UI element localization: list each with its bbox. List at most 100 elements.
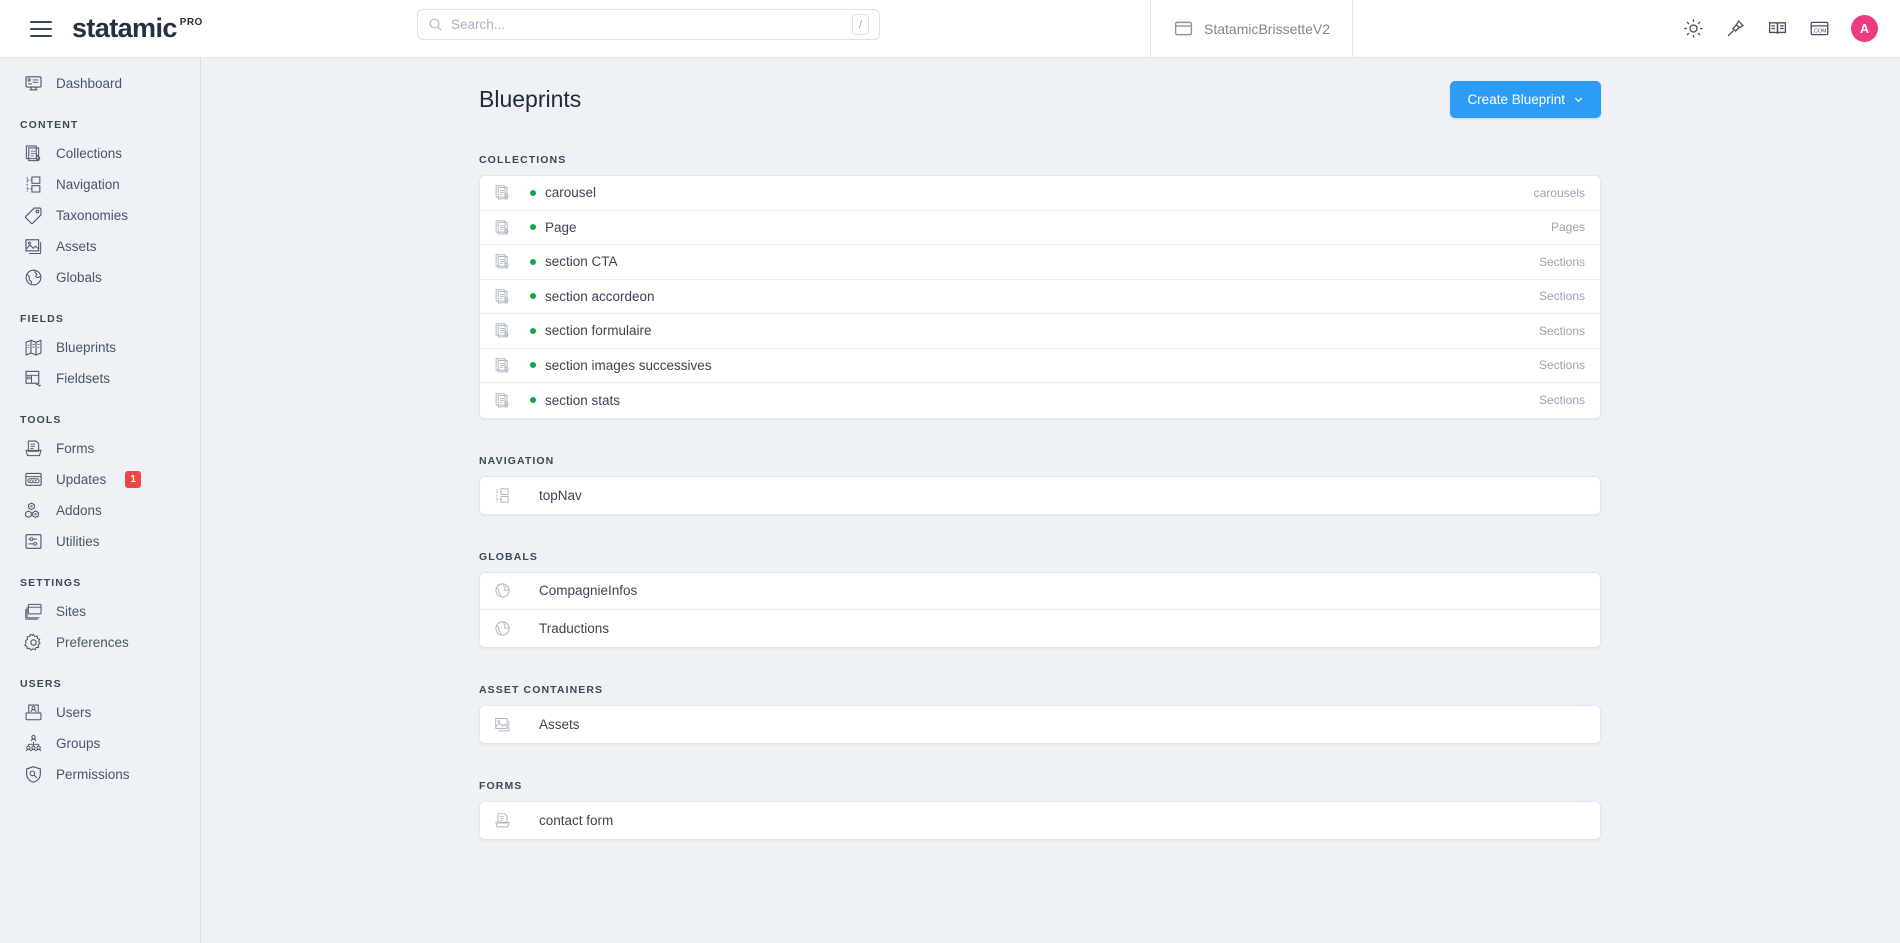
sidebar-item-label: Taxonomies — [56, 208, 129, 223]
hamburger-icon[interactable] — [30, 20, 52, 37]
sidebar-item-addons[interactable]: Addons — [0, 495, 200, 526]
sidebar-item-label: Users — [56, 705, 92, 720]
row-label: carousel — [545, 185, 597, 201]
brand-name: statamic — [72, 13, 177, 43]
fieldsets-icon — [24, 369, 43, 388]
globals-icon — [494, 620, 511, 637]
row-label: Page — [545, 219, 577, 235]
sites-icon — [24, 602, 43, 621]
table-row[interactable]: section accordeon Sections — [480, 280, 1600, 314]
row-label: Traductions — [539, 620, 610, 636]
groups-icon — [24, 734, 43, 753]
pin-icon[interactable] — [1725, 18, 1746, 39]
row-label: CompagnieInfos — [539, 583, 638, 598]
taxonomies-icon — [24, 206, 43, 225]
section-globals: GLOBALS CompagnieInfos Traductions — [479, 551, 1601, 648]
section-card: carousel carousels Page Pages section CTA Sec… — [479, 175, 1601, 419]
shield-icon — [24, 765, 43, 784]
status-dot — [530, 224, 536, 231]
sidebar-item-users[interactable]: Users — [0, 697, 200, 728]
table-row[interactable]: section formulaire Sections — [480, 314, 1600, 349]
row-label: section formulaire — [545, 323, 652, 339]
table-row[interactable]: section stats Sections — [480, 383, 1600, 418]
table-row[interactable]: carousel carousels — [480, 176, 1600, 211]
sidebar-item-label: Forms — [56, 441, 95, 456]
table-row[interactable]: Assets — [480, 706, 1600, 743]
sidebar-item-utilities[interactable]: Utilities — [0, 526, 200, 557]
assets-icon — [24, 237, 43, 256]
row-meta: Sections — [1538, 358, 1585, 373]
sidebar-item-collections[interactable]: Collections — [0, 138, 200, 169]
sidebar-item-taxonomies[interactable]: Taxonomies — [0, 200, 200, 231]
sidebar-item-navigation[interactable]: Navigation — [0, 169, 200, 200]
sidebar-item-forms[interactable]: Forms — [0, 433, 200, 464]
row-label: section stats — [545, 392, 621, 408]
blueprint-file-icon — [494, 288, 511, 305]
updates-icon — [24, 470, 43, 489]
sidebar-item-fieldsets[interactable]: Fieldsets — [0, 363, 200, 394]
sidebar-item-label: Assets — [56, 239, 97, 254]
sidebar-item-groups[interactable]: Groups — [0, 728, 200, 759]
section-title: NAVIGATION — [479, 454, 555, 467]
brand-logo[interactable]: statamic PRO — [72, 15, 203, 42]
addons-icon — [24, 501, 43, 520]
sidebar-item-blueprints[interactable]: Blueprints — [0, 332, 200, 363]
blueprint-file-icon — [494, 253, 511, 270]
sidebar-item-label: Blueprints — [56, 340, 117, 355]
avatar[interactable]: A — [1851, 15, 1878, 42]
search-shortcut-key: / — [852, 14, 869, 35]
blueprint-file-icon — [494, 219, 511, 236]
sidebar-item-assets[interactable]: Assets — [0, 231, 200, 262]
table-row[interactable]: topNav — [480, 477, 1600, 514]
sidebar-item-label: Groups — [56, 736, 101, 751]
sidebar-group-users: USERS — [20, 678, 62, 690]
table-row[interactable]: Page Pages — [480, 211, 1600, 245]
forms-icon — [24, 439, 43, 458]
assets-icon — [494, 716, 511, 733]
sidebar-badge: 1 — [125, 471, 142, 488]
section-card: CompagnieInfos Traductions — [479, 571, 1601, 648]
sidebar-item-globals[interactable]: Globals — [0, 262, 200, 293]
section-navigation: NAVIGATION topNav — [479, 455, 1601, 515]
navigation-icon — [24, 175, 43, 194]
table-row[interactable]: section CTA Sections — [480, 245, 1600, 280]
book-icon[interactable] — [1767, 18, 1788, 39]
sidebar-item-sites[interactable]: Sites — [0, 596, 200, 627]
blueprint-file-icon — [494, 357, 511, 374]
sidebar-item-label: Collections — [56, 146, 123, 161]
table-row[interactable]: Traductions — [480, 610, 1600, 647]
table-row[interactable]: CompagnieInfos — [480, 573, 1600, 610]
sidebar-item-label: Addons — [56, 503, 102, 518]
site-selector-label: StatamicBrissetteV2 — [1204, 20, 1331, 37]
search-box[interactable]: / — [417, 9, 880, 40]
sidebar-item-preferences[interactable]: Preferences — [0, 627, 200, 658]
main-content: Blueprints Create Blueprint COLLECTIONS c… — [201, 58, 1900, 943]
gear-icon — [24, 633, 43, 652]
section-title: GLOBALS — [479, 550, 539, 563]
table-row[interactable]: contact form — [480, 802, 1600, 839]
sidebar-item-label: Utilities — [56, 534, 100, 549]
sidebar-group-tools: TOOLS — [20, 414, 62, 426]
sidebar-item-dashboard[interactable]: Dashboard — [0, 68, 200, 99]
sidebar-item-label: Globals — [56, 270, 102, 285]
utilities-icon — [24, 532, 43, 551]
dot-com-icon[interactable]: .COM — [1809, 18, 1830, 39]
row-meta: carousels — [1533, 185, 1585, 200]
status-dot — [530, 397, 536, 404]
sun-icon[interactable] — [1683, 18, 1704, 39]
search-container: / — [417, 9, 880, 40]
status-dot — [530, 293, 536, 300]
site-selector[interactable]: StatamicBrissetteV2 — [1150, 0, 1354, 57]
section-asset-containers: ASSET CONTAINERS Assets — [479, 684, 1601, 744]
row-label: section accordeon — [545, 288, 655, 304]
section-card: topNav — [479, 475, 1601, 515]
section-title: ASSET CONTAINERS — [479, 683, 604, 696]
create-blueprint-button[interactable]: Create Blueprint — [1450, 81, 1601, 118]
sidebar-group-content: CONTENT — [20, 119, 79, 131]
search-input[interactable] — [451, 17, 852, 32]
table-row[interactable]: section images successives Sections — [480, 349, 1600, 383]
svg-text:.COM: .COM — [1812, 29, 1827, 35]
sidebar-item-updates[interactable]: Updates 1 — [0, 464, 200, 495]
top-bar: statamic PRO / StatamicBrissetteV2 — [0, 0, 1900, 58]
sidebar-item-permissions[interactable]: Permissions — [0, 759, 200, 790]
